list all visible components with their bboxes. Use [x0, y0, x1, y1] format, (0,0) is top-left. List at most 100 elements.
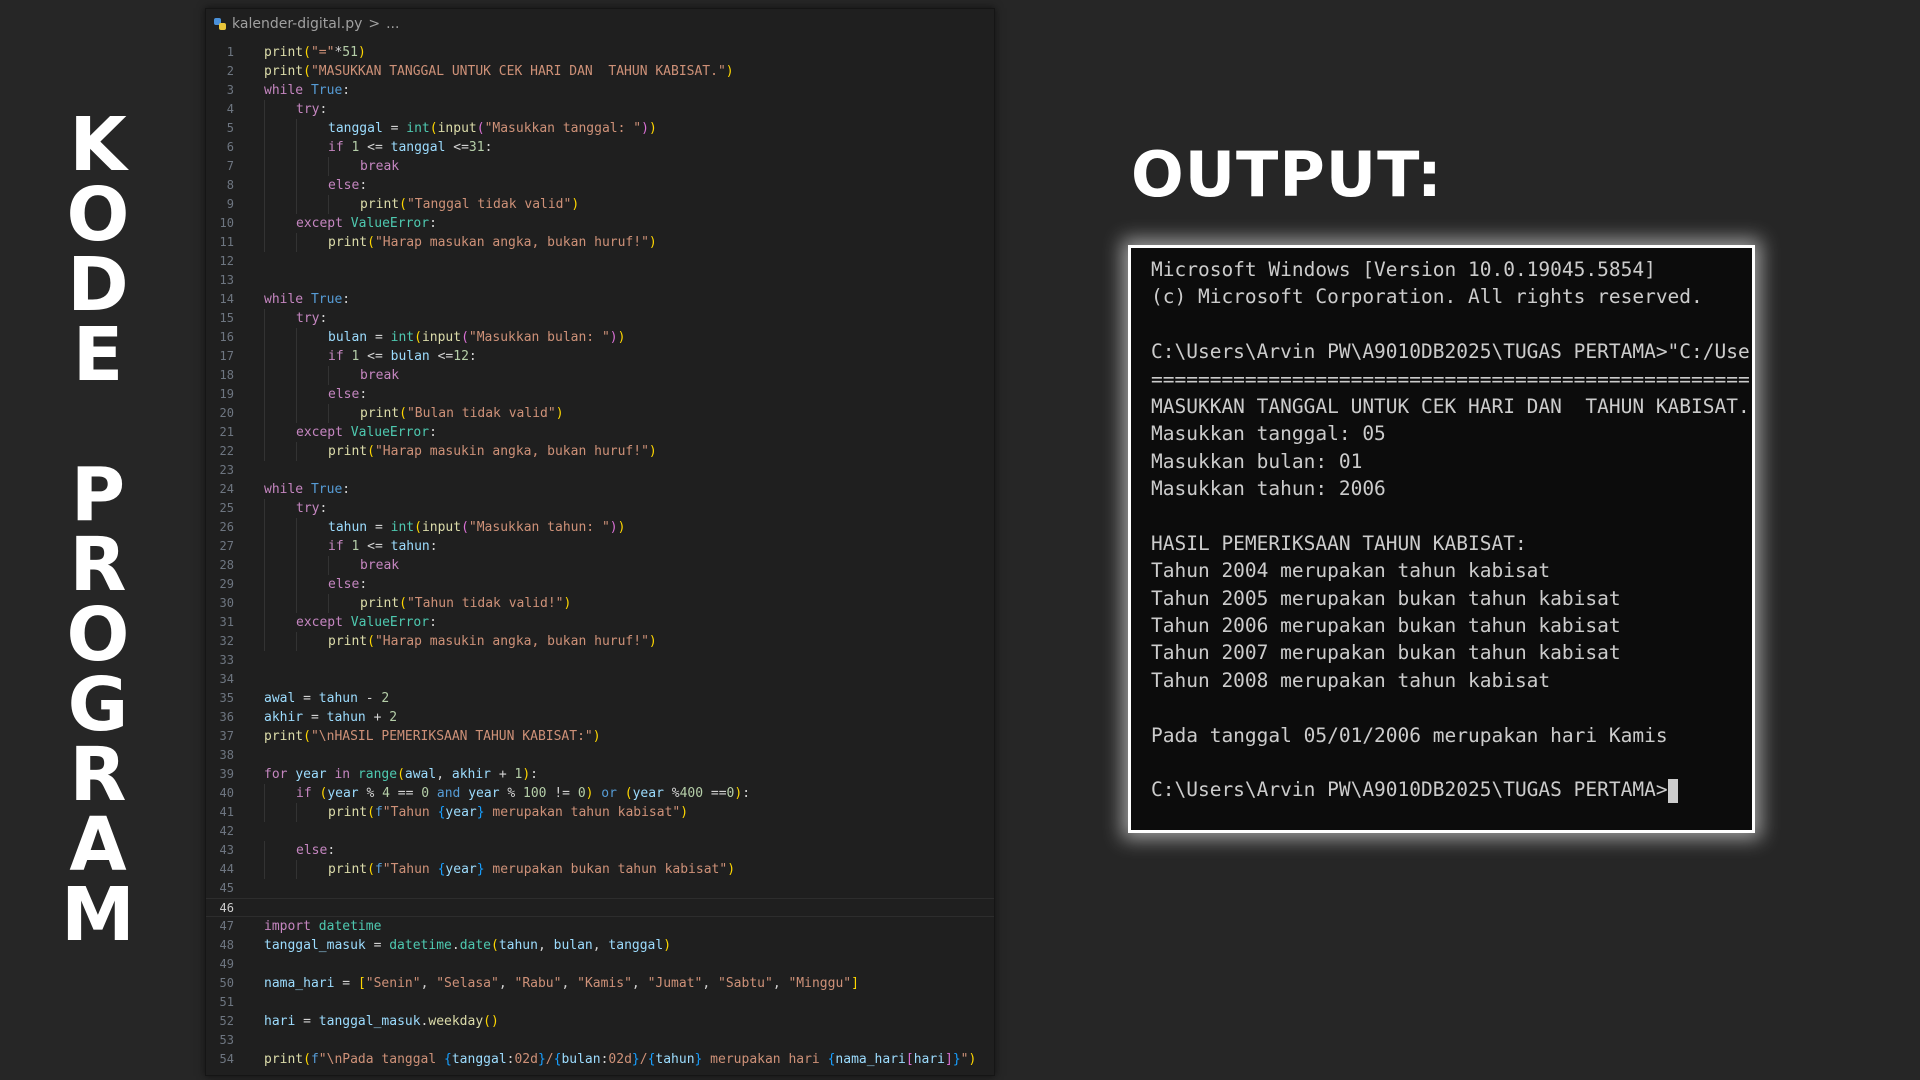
line-number: 24 — [219, 482, 234, 496]
code-token: ( — [303, 64, 311, 79]
terminal-line: Tahun 2005 merupakan bukan tahun kabisat — [1151, 586, 1621, 610]
code-line[interactable]: 29 else: — [206, 575, 994, 594]
code-line[interactable]: 17 if 1 <= bulan <=12: — [206, 347, 994, 366]
code-line[interactable]: 44 print(f"Tahun {year} merupakan bukan t… — [206, 860, 994, 879]
code-line[interactable]: 35 awal = tahun - 2 — [206, 689, 994, 708]
code-token: : — [342, 482, 351, 497]
code-line[interactable]: 43 else: — [206, 841, 994, 860]
indent-guide — [264, 176, 296, 195]
code-line[interactable]: 28 break — [206, 556, 994, 575]
code-token: ( — [476, 121, 485, 136]
code-line[interactable]: 47 import datetime — [206, 917, 994, 936]
code-line[interactable]: 31 except ValueError: — [206, 613, 994, 632]
code-line[interactable]: 38 — [206, 746, 994, 765]
line-number: 20 — [219, 406, 234, 420]
code-token: print — [264, 64, 304, 79]
terminal-window[interactable]: Microsoft Windows [Version 10.0.19045.58… — [1128, 245, 1755, 833]
code-line[interactable]: 40 if (year % 4 == 0 and year % 100 != 0)… — [206, 784, 994, 803]
title-letter: R — [69, 732, 127, 818]
indent-guide — [296, 632, 328, 651]
code-line[interactable]: 26 tahun = int(input("Masukkan tahun: ")) — [206, 518, 994, 537]
code-line[interactable]: 52 hari = tanggal_masuk.weekday() — [206, 1012, 994, 1031]
code-token: "Masukkan tahun: " — [468, 520, 610, 535]
code-line[interactable]: 53 — [206, 1031, 994, 1050]
code-token: , — [498, 976, 515, 991]
terminal-prompt-line[interactable]: C:\Users\Arvin PW\A9010DB2025\TUGAS PERT… — [1151, 776, 1752, 803]
code-area[interactable]: 1 print("="*51) 2 print("MASUKKAN TANGGAL U… — [206, 39, 994, 1069]
code-line[interactable]: 46 — [206, 898, 994, 917]
code-line[interactable]: 24 while True: — [206, 480, 994, 499]
code-line[interactable]: 42 — [206, 822, 994, 841]
code-token: = — [367, 330, 391, 345]
line-number: 8 — [226, 178, 234, 192]
code-line[interactable]: 13 — [206, 271, 994, 290]
indent-guide — [264, 860, 296, 879]
code-line[interactable]: 3 while True: — [206, 81, 994, 100]
code-line[interactable]: 48 tanggal_masuk = datetime.date(tahun, b… — [206, 936, 994, 955]
code-token: ( — [399, 406, 407, 421]
code-token: tahun — [390, 539, 430, 554]
code-line[interactable]: 4 try: — [206, 100, 994, 119]
breadcrumb-more[interactable]: ... — [386, 9, 399, 39]
code-line[interactable]: 1 print("="*51) — [206, 43, 994, 62]
code-token: : — [530, 767, 538, 782]
code-line[interactable]: 12 — [206, 252, 994, 271]
code-line[interactable]: 32 print("Harap masukin angka, bukan huru… — [206, 632, 994, 651]
code-token: in — [326, 767, 358, 782]
code-line[interactable]: 5 tanggal = int(input("Masukkan tanggal: … — [206, 119, 994, 138]
code-line[interactable]: 10 except ValueError: — [206, 214, 994, 233]
code-line[interactable]: 6 if 1 <= tanggal <=31: — [206, 138, 994, 157]
code-line[interactable]: 14 while True: — [206, 290, 994, 309]
code-line[interactable]: 54 print(f"\nPada tanggal {tanggal:02d}/{… — [206, 1050, 994, 1069]
code-line[interactable]: 22 print("Harap masukin angka, bukan huru… — [206, 442, 994, 461]
code-line[interactable]: 37 print("\nHASIL PEMERIKSAAN TAHUN KABIS… — [206, 727, 994, 746]
line-number: 30 — [219, 596, 234, 610]
code-token: 0 — [421, 786, 430, 801]
code-line[interactable]: 11 print("Harap masukan angka, bukan huru… — [206, 233, 994, 252]
code-token: , — [631, 976, 648, 991]
code-line[interactable]: 49 — [206, 955, 994, 974]
code-line[interactable]: 20 print("Bulan tidak valid") — [206, 404, 994, 423]
code-token: = — [303, 710, 327, 725]
code-line[interactable]: 51 — [206, 993, 994, 1012]
code-editor[interactable]: kalender-digital.py > ... 1 print("="*51)… — [205, 8, 995, 1076]
breadcrumb-file[interactable]: kalender-digital.py — [232, 9, 362, 39]
code-line[interactable]: 25 try: — [206, 499, 994, 518]
code-token: + — [491, 767, 515, 782]
code-line[interactable]: 21 except ValueError: — [206, 423, 994, 442]
line-number: 43 — [219, 843, 234, 857]
code-line[interactable]: 33 — [206, 651, 994, 670]
code-token: while — [264, 83, 311, 98]
code-line[interactable]: 8 else: — [206, 176, 994, 195]
code-token: 4 — [382, 786, 390, 801]
code-line[interactable]: 23 — [206, 461, 994, 480]
code-line[interactable]: 2 print("MASUKKAN TANGGAL UNTUK CEK HARI … — [206, 62, 994, 81]
code-token: ( — [367, 235, 375, 250]
code-token: <= — [359, 349, 391, 364]
code-token: ( — [367, 444, 375, 459]
indent-guide — [296, 556, 328, 575]
code-line[interactable]: 34 — [206, 670, 994, 689]
code-line[interactable]: 36 akhir = tahun + 2 — [206, 708, 994, 727]
code-line[interactable]: 39 for year in range(awal, akhir + 1): — [206, 765, 994, 784]
code-line[interactable]: 30 print("Tahun tidak valid!") — [206, 594, 994, 613]
code-line[interactable]: 7 break — [206, 157, 994, 176]
code-token: / — [545, 1052, 554, 1067]
code-line[interactable]: 19 else: — [206, 385, 994, 404]
code-token: <= — [429, 349, 454, 364]
code-token: or — [593, 786, 625, 801]
code-line[interactable]: 45 — [206, 879, 994, 898]
line-number: 11 — [219, 235, 234, 249]
code-line[interactable]: 15 try: — [206, 309, 994, 328]
indent-guide — [296, 442, 328, 461]
indent-guide — [296, 518, 328, 537]
code-token: bulan — [390, 349, 430, 364]
code-line[interactable]: 27 if 1 <= tahun: — [206, 537, 994, 556]
line-number: 51 — [219, 995, 234, 1009]
code-line[interactable]: 50 nama_hari = ["Senin", "Selasa", "Rabu"… — [206, 974, 994, 993]
code-line[interactable]: 41 print(f"Tahun {year} merupakan tahun k… — [206, 803, 994, 822]
code-line[interactable]: 9 print("Tanggal tidak valid") — [206, 195, 994, 214]
code-line[interactable]: 16 bulan = int(input("Masukkan bulan: ")) — [206, 328, 994, 347]
indent-guide — [296, 404, 328, 423]
code-line[interactable]: 18 break — [206, 366, 994, 385]
